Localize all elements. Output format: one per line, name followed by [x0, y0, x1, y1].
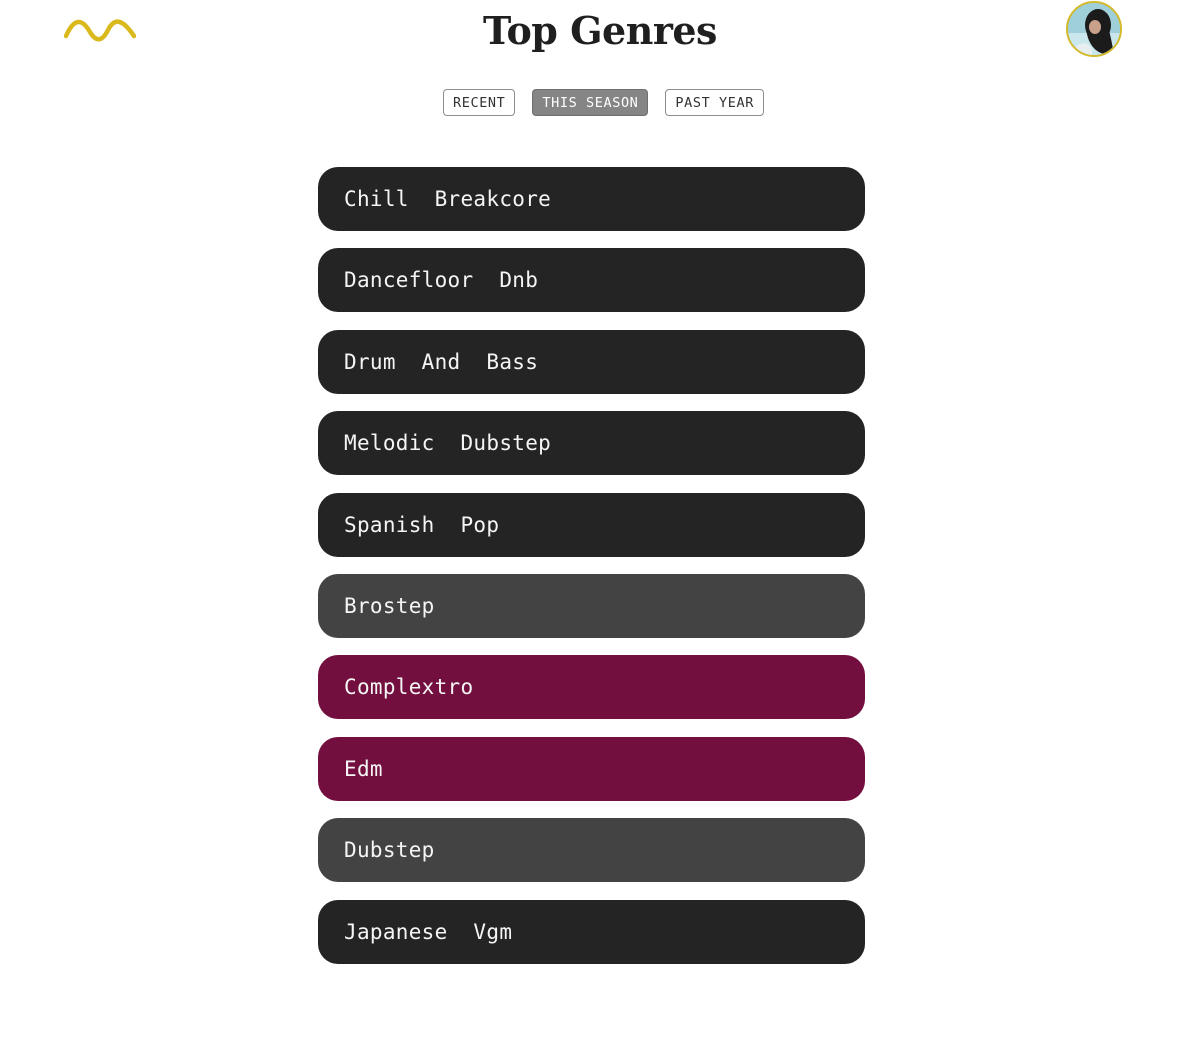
genre-list: Chill Breakcore Dancefloor Dnb Drum And … — [318, 167, 865, 981]
user-avatar[interactable] — [1066, 1, 1122, 57]
genre-item[interactable]: Dancefloor Dnb — [318, 248, 865, 313]
genre-item[interactable]: Drum And Bass — [318, 329, 865, 394]
page-title: Top Genres — [483, 8, 717, 53]
genre-item[interactable]: Chill Breakcore — [318, 167, 865, 231]
genre-item[interactable]: Japanese Vgm — [318, 899, 865, 964]
genre-item[interactable]: Edm — [318, 736, 865, 801]
genre-item[interactable]: Melodic Dubstep — [318, 411, 865, 476]
genre-item[interactable]: Dubstep — [318, 818, 865, 883]
tab-recent[interactable]: RECENT — [443, 89, 516, 116]
genre-item[interactable]: Complextro — [318, 655, 865, 720]
genre-item[interactable]: Brostep — [318, 573, 865, 638]
tab-this-season[interactable]: THIS SEASON — [532, 89, 649, 116]
genre-item[interactable]: Spanish Pop — [318, 492, 865, 557]
time-range-tabs: RECENT THIS SEASON PAST YEAR — [0, 89, 1200, 116]
tab-past-year[interactable]: PAST YEAR — [665, 89, 764, 116]
